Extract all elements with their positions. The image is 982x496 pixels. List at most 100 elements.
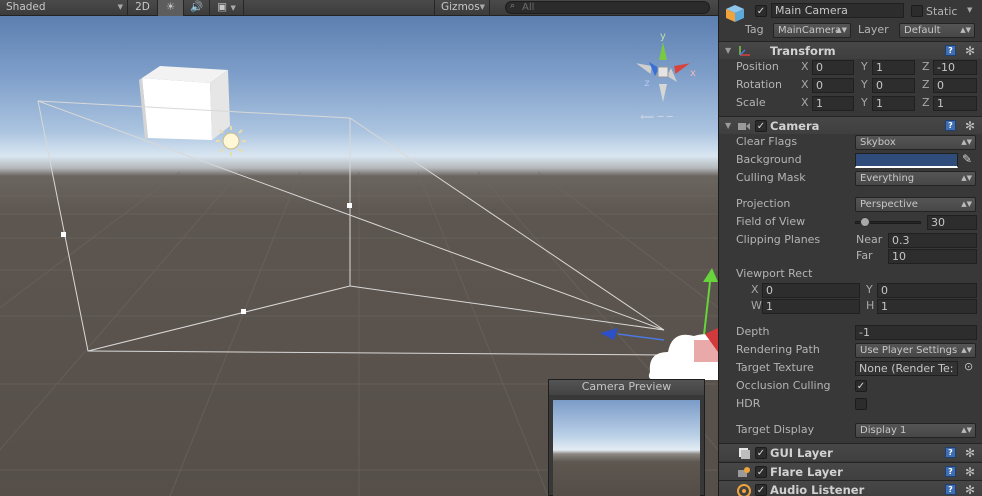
vp-w-label: W xyxy=(751,299,762,312)
orientation-gizmo[interactable]: y z x xyxy=(635,31,696,102)
scene-effects-icon[interactable]: ▣ ▼ xyxy=(210,0,244,16)
scene-audio-icon[interactable]: 🔊 xyxy=(184,0,210,16)
perspective-arrow-icon[interactable]: ⟸ ─ ─ xyxy=(640,112,674,123)
shading-mode-label: Shaded xyxy=(6,0,46,13)
foldout-arrow-icon[interactable]: ▼ xyxy=(725,46,731,55)
help-icon[interactable]: ? xyxy=(945,484,956,495)
scene-canvas[interactable]: y z x ⟸ ─ ─ Camera Preview xyxy=(0,16,718,496)
camera-frustum xyxy=(37,100,665,356)
tag-dropdown[interactable]: MainCamera ▲▼ xyxy=(773,23,851,38)
layer-label: Layer xyxy=(858,23,889,36)
camera-preview-panel: Camera Preview xyxy=(548,379,705,496)
static-label: Static xyxy=(926,5,958,18)
transform-icon xyxy=(739,46,750,56)
camera-component-icon xyxy=(738,123,750,130)
frustum-handles[interactable] xyxy=(61,203,352,314)
rotation-x-field[interactable]: 0 xyxy=(812,78,854,93)
dropdown-arrow-icon: ▼ xyxy=(230,3,236,12)
fov-value-field[interactable]: 30 xyxy=(927,215,977,230)
vp-h-label: H xyxy=(866,299,875,312)
audio-listener-header[interactable]: ✓ Audio Listener ? ✻ xyxy=(719,480,982,496)
position-x-field[interactable]: 0 xyxy=(812,60,854,75)
gizmo-y-label: y xyxy=(660,31,666,42)
flare-layer-title: Flare Layer xyxy=(770,465,843,479)
culling-mask-value: Everything xyxy=(860,173,915,184)
position-z-field[interactable]: -10 xyxy=(933,60,977,75)
rendering-path-label: Rendering Path xyxy=(736,343,820,356)
position-y-field[interactable]: 1 xyxy=(872,60,915,75)
updown-icon: ▲▼ xyxy=(961,200,972,208)
near-field[interactable]: 0.3 xyxy=(888,233,977,248)
transform-header[interactable]: ▼ Transform ? ✻ xyxy=(719,41,982,59)
object-name-field[interactable]: Main Camera xyxy=(771,3,904,18)
clear-flags-value: Skybox xyxy=(860,137,896,148)
scene-lighting-icon[interactable]: ☀ xyxy=(158,0,184,16)
inspector-panel: ✓ Main Camera Static ▼ Tag MainCamera ▲▼… xyxy=(718,0,982,496)
2d-toggle-button[interactable]: 2D xyxy=(128,0,158,16)
occlusion-culling-checkbox[interactable]: ✓ xyxy=(855,380,867,392)
updown-icon: ▲▼ xyxy=(836,26,847,34)
fov-slider-thumb[interactable] xyxy=(859,217,870,227)
rotation-y-field[interactable]: 0 xyxy=(872,78,915,93)
layer-dropdown[interactable]: Default ▲▼ xyxy=(899,23,975,38)
gear-icon[interactable]: ✻ xyxy=(965,463,975,481)
search-placeholder: All xyxy=(522,2,535,13)
target-display-label: Target Display xyxy=(736,423,815,436)
target-display-dropdown[interactable]: Display 1 ▲▼ xyxy=(855,423,976,438)
clear-flags-dropdown[interactable]: Skybox ▲▼ xyxy=(855,135,976,150)
camera-enabled-checkbox[interactable]: ✓ xyxy=(755,120,767,132)
shading-mode-dropdown[interactable]: Shaded ▼ xyxy=(0,0,128,16)
target-texture-label: Target Texture xyxy=(736,361,814,374)
hdr-checkbox[interactable] xyxy=(855,398,867,410)
background-label: Background xyxy=(736,153,802,166)
target-display-row: Target Display Display 1 ▲▼ xyxy=(719,421,982,439)
flare-layer-checkbox[interactable]: ✓ xyxy=(755,466,767,478)
gui-layer-title: GUI Layer xyxy=(770,446,833,460)
help-icon[interactable]: ? xyxy=(945,466,956,477)
scene-view[interactable]: Shaded ▼ 2D ☀ 🔊 ▣ ▼ Gizmos ▼ ⌕ All y z x… xyxy=(0,0,718,496)
rotation-label: Rotation xyxy=(736,78,783,91)
depth-field[interactable]: -1 xyxy=(855,325,977,340)
vp-y-field[interactable]: 0 xyxy=(877,283,977,298)
flare-layer-header[interactable]: ✓ Flare Layer ? ✻ xyxy=(719,462,982,480)
scene-search-input[interactable]: ⌕ All xyxy=(505,1,710,14)
cube-object[interactable] xyxy=(139,66,230,140)
background-color-swatch[interactable] xyxy=(855,153,958,168)
projection-dropdown[interactable]: Perspective ▲▼ xyxy=(855,197,976,212)
eyedropper-icon[interactable]: ✎ xyxy=(962,152,972,166)
vp-h-field[interactable]: 1 xyxy=(877,299,977,314)
static-checkbox[interactable] xyxy=(911,5,923,17)
help-icon[interactable]: ? xyxy=(945,120,956,131)
static-dropdown-arrow-icon[interactable]: ▼ xyxy=(967,6,972,14)
audio-listener-checkbox[interactable]: ✓ xyxy=(755,484,767,496)
hdr-label: HDR xyxy=(736,397,761,410)
gizmos-label: Gizmos xyxy=(441,0,480,13)
help-icon[interactable]: ? xyxy=(945,45,956,56)
object-picker-icon[interactable]: ⊙ xyxy=(964,360,973,373)
gear-icon[interactable]: ✻ xyxy=(965,444,975,462)
rotation-z-field[interactable]: 0 xyxy=(933,78,977,93)
layer-value: Default xyxy=(904,25,941,36)
gear-icon[interactable]: ✻ xyxy=(965,481,975,496)
effects-glyph: ▣ xyxy=(217,0,228,13)
target-texture-field[interactable]: None (Render Te: xyxy=(855,361,958,376)
culling-mask-dropdown[interactable]: Everything ▲▼ xyxy=(855,171,976,186)
search-icon: ⌕ xyxy=(510,1,516,11)
vp-x-field[interactable]: 0 xyxy=(762,283,860,298)
gizmos-dropdown[interactable]: Gizmos ▼ xyxy=(434,0,490,16)
directional-light-icon[interactable] xyxy=(216,126,246,156)
scale-x-field[interactable]: 1 xyxy=(812,96,854,111)
scale-z-field[interactable]: 1 xyxy=(933,96,977,111)
camera-header[interactable]: ▼ ✓ Camera ? ✻ xyxy=(719,116,982,134)
unity-editor: Shaded ▼ 2D ☀ 🔊 ▣ ▼ Gizmos ▼ ⌕ All y z x… xyxy=(0,0,982,496)
gui-layer-checkbox[interactable]: ✓ xyxy=(755,447,767,459)
flare-layer-icon xyxy=(738,467,750,477)
object-active-checkbox[interactable]: ✓ xyxy=(755,5,767,17)
vp-w-field[interactable]: 1 xyxy=(762,299,860,314)
gui-layer-header[interactable]: ✓ GUI Layer ? ✻ xyxy=(719,443,982,461)
foldout-arrow-icon[interactable]: ▼ xyxy=(725,121,731,130)
help-icon[interactable]: ? xyxy=(945,447,956,458)
rendering-path-dropdown[interactable]: Use Player Settings ▲▼ xyxy=(855,343,976,358)
far-field[interactable]: 10 xyxy=(888,249,977,264)
scale-y-field[interactable]: 1 xyxy=(872,96,915,111)
